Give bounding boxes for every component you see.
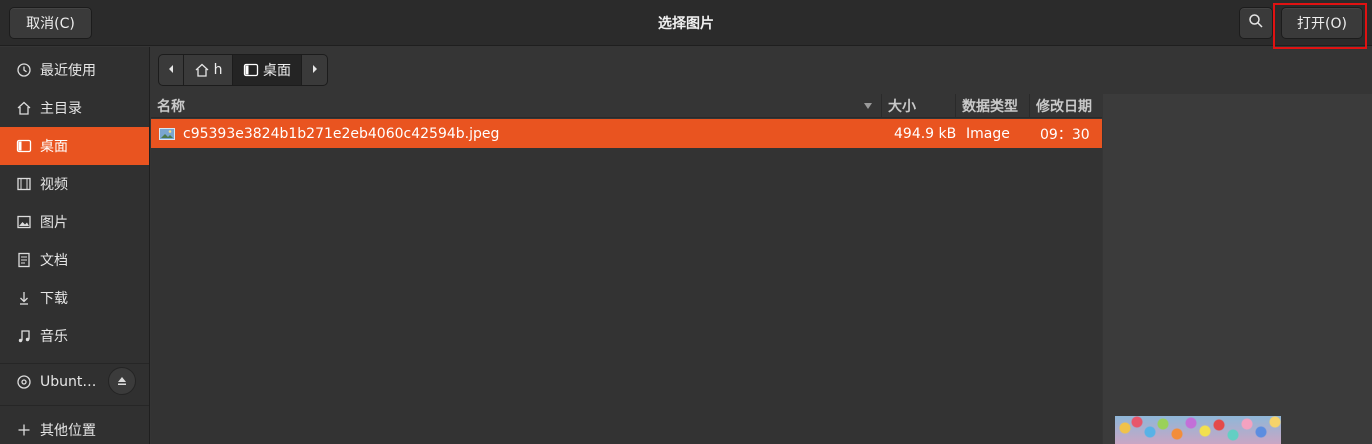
music-icon — [16, 328, 32, 344]
column-header-type[interactable]: 数据类型 — [956, 94, 1030, 118]
path-current-button[interactable]: 桌面 — [233, 55, 302, 85]
chevron-left-icon — [166, 62, 176, 78]
sidebar-item-label: 主目录 — [40, 101, 82, 117]
file-list[interactable] — [151, 119, 1102, 444]
file-size: 494.9 kB — [894, 125, 957, 142]
desktop-icon — [243, 62, 259, 78]
column-header-size[interactable]: 大小 — [882, 94, 956, 118]
cancel-button[interactable]: 取消(C) — [9, 7, 92, 39]
open-label: 打开(O) — [1297, 16, 1347, 32]
places-sidebar: 最近使用 主目录 桌面 视频 图片 文档 下载 音乐 Ubunt… 其他位置 — [0, 47, 150, 444]
column-header-label: 大小 — [888, 99, 916, 115]
column-header-label: 修改日期 — [1036, 99, 1092, 115]
eject-icon — [118, 377, 126, 385]
sidebar-item-label: 其他位置 — [40, 423, 96, 439]
path-bar: h 桌面 — [158, 54, 328, 86]
eject-button[interactable] — [108, 367, 136, 395]
file-name: c95393e3824b1b271e2eb4060c42594b.jpeg — [183, 125, 500, 142]
home-icon — [16, 100, 32, 116]
path-home-button[interactable]: h — [184, 55, 233, 85]
table-row[interactable]: c95393e3824b1b271e2eb4060c42594b.jpeg 49… — [151, 119, 1102, 148]
sort-arrow-icon — [863, 102, 873, 110]
file-type: Image — [966, 125, 1010, 142]
plus-icon — [16, 422, 32, 438]
open-button[interactable]: 打开(O) — [1281, 7, 1363, 39]
sidebar-item-volume[interactable]: Ubunt… — [0, 363, 149, 401]
sidebar-item-videos[interactable]: 视频 — [0, 165, 149, 203]
dialog-title: 选择图片 — [658, 16, 714, 32]
sidebar-item-home[interactable]: 主目录 — [0, 89, 149, 127]
sidebar-item-pictures[interactable]: 图片 — [0, 203, 149, 241]
image-file-icon — [159, 119, 175, 148]
sidebar-item-label: 下载 — [40, 291, 68, 307]
column-header-modified[interactable]: 修改日期 — [1030, 94, 1102, 118]
desktop-icon — [16, 138, 32, 154]
sidebar-separator — [0, 405, 149, 406]
home-icon — [194, 62, 210, 78]
header-bar: 取消(C) 选择图片 打开(O) — [0, 0, 1372, 49]
disc-icon — [16, 374, 32, 390]
download-icon — [16, 290, 32, 306]
file-list-header: 名称 大小 数据类型 修改日期 — [151, 94, 1102, 118]
sidebar-item-label: Ubunt… — [40, 374, 97, 390]
sidebar-item-documents[interactable]: 文档 — [0, 241, 149, 279]
sidebar-item-label: 桌面 — [40, 139, 68, 155]
cancel-label: 取消(C) — [26, 16, 75, 32]
sidebar-item-downloads[interactable]: 下载 — [0, 279, 149, 317]
sidebar-item-desktop[interactable]: 桌面 — [0, 127, 149, 165]
sidebar-item-label: 文档 — [40, 253, 68, 269]
path-forward-button[interactable] — [302, 55, 327, 85]
preview-pane — [1103, 94, 1372, 444]
path-back-button[interactable] — [159, 55, 184, 85]
image-icon — [16, 214, 32, 230]
film-icon — [16, 176, 32, 192]
path-home-label: h — [213, 62, 223, 78]
search-button[interactable] — [1239, 7, 1273, 39]
dialog-title-wrap: 选择图片 — [0, 0, 1372, 46]
sidebar-item-label: 视频 — [40, 177, 68, 193]
sidebar-item-music[interactable]: 音乐 — [0, 317, 149, 355]
sidebar-item-label: 最近使用 — [40, 63, 96, 79]
path-current-label: 桌面 — [263, 63, 291, 79]
sidebar-item-other-locations[interactable]: 其他位置 — [0, 411, 149, 444]
document-icon — [16, 252, 32, 268]
image-preview — [1115, 416, 1281, 444]
file-modified: 09：30 — [1040, 126, 1090, 143]
column-header-name[interactable]: 名称 — [151, 94, 882, 118]
clock-icon — [16, 62, 32, 78]
column-header-label: 数据类型 — [962, 99, 1018, 115]
column-header-label: 名称 — [157, 99, 185, 115]
search-icon — [1248, 13, 1264, 33]
chevron-right-icon — [310, 62, 320, 78]
sidebar-item-label: 图片 — [40, 215, 68, 231]
sidebar-item-recent[interactable]: 最近使用 — [0, 51, 149, 89]
sidebar-item-label: 音乐 — [40, 329, 68, 345]
